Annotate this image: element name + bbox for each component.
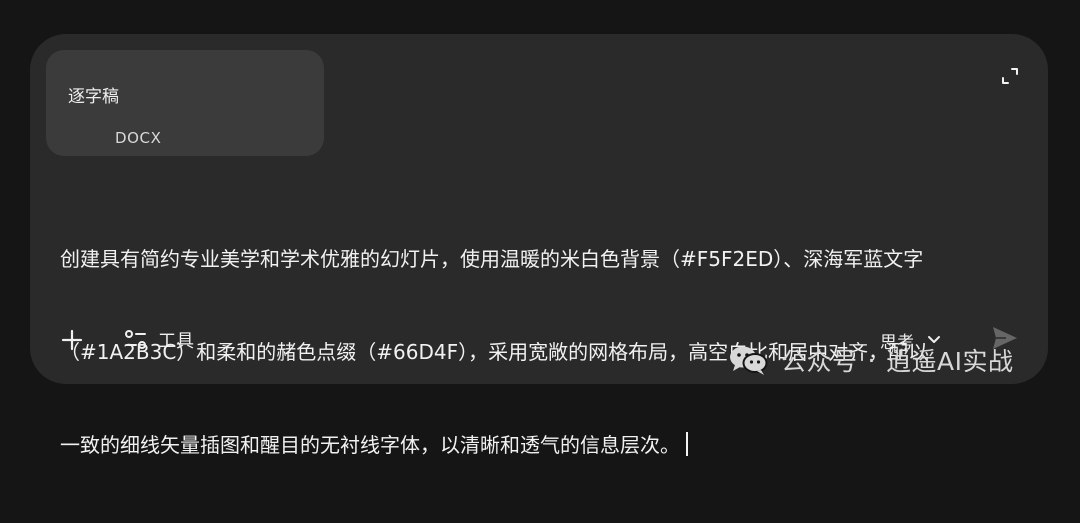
attachment-name: 逐字稿 <box>68 87 119 107</box>
think-mode-dropdown[interactable]: 思考 <box>880 328 942 353</box>
expand-icon <box>1002 68 1018 84</box>
sliders-icon <box>125 330 146 349</box>
think-label: 思考 <box>880 332 914 353</box>
attachment-type: DOCX <box>115 129 162 147</box>
tools-label: 工具 <box>158 331 194 352</box>
plus-icon <box>61 329 83 351</box>
chevron-down-icon <box>928 336 940 343</box>
add-button[interactable] <box>61 329 83 351</box>
attachment-card[interactable]: 逐字稿 DOCX <box>46 50 324 156</box>
prompt-line: 一致的细线矢量插图和醒目的无衬线字体，以清晰和透气的信息层次。 <box>60 433 680 457</box>
expand-button[interactable] <box>1000 66 1020 86</box>
text-caret <box>686 432 688 456</box>
prompt-line-last: 一致的细线矢量插图和醒目的无衬线字体，以清晰和透气的信息层次。 <box>60 430 1010 461</box>
composer-panel: 逐字稿 DOCX 创建具有简约专业美学和学术优雅的幻灯片，使用温暖的米白色背景（… <box>30 34 1048 457</box>
prompt-line: （#1A2B3C）和柔和的赭色点缀（#66D4F），采用宽敞的网格布局，高空白比… <box>60 340 929 364</box>
send-button[interactable] <box>990 324 1020 352</box>
tools-button[interactable]: 工具 <box>124 328 194 352</box>
prompt-textarea[interactable]: 创建具有简约专业美学和学术优雅的幻灯片，使用温暖的米白色背景（#F5F2ED）、… <box>60 182 1010 523</box>
prompt-line: 创建具有简约专业美学和学术优雅的幻灯片，使用温暖的米白色背景（#F5F2ED）、… <box>60 247 924 271</box>
send-icon <box>993 327 1017 349</box>
